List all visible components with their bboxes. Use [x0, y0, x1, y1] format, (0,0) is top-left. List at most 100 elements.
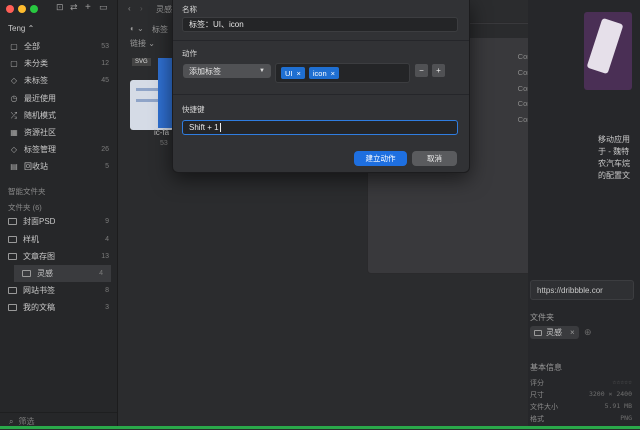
sidebar-item[interactable]: ▤ 回收站 5 [0, 158, 117, 175]
tag-icon: ◇ [10, 145, 18, 154]
url-text: https://dribbble.cor [537, 285, 603, 295]
folder-item-label: 灵感 [37, 269, 53, 278]
smart-folders-header[interactable]: 智能文件夹 [8, 186, 46, 197]
folder-item[interactable]: 我的文稿 3 [0, 299, 117, 316]
folder-item-count: 4 [99, 270, 103, 277]
remove-tag-icon[interactable]: × [331, 69, 335, 78]
folder-icon [22, 270, 31, 277]
folder-item-count: 9 [105, 218, 109, 225]
info-key: 文件大小 [530, 404, 558, 411]
unsorted-icon: ▢ [10, 59, 18, 68]
sidebar-item[interactable]: ◇ 未标签 45 [0, 72, 117, 89]
folders-header[interactable]: 文件夹 (6) [8, 202, 42, 213]
add-icon[interactable]: + [85, 2, 91, 13]
sidebar-item[interactable]: ▢ 未分类 12 [0, 55, 117, 72]
create-action-dialog: 名称 标签：UI、icon 动作 添加标签 ▼ UI × icon × − + 快捷… [172, 0, 470, 173]
folder-icon [8, 218, 17, 225]
tag-filter-label[interactable]: 标签 [152, 24, 168, 35]
tag-input[interactable]: UI × icon × [275, 63, 410, 83]
sidebar-item-count: 26 [101, 146, 109, 153]
sidebar-item-label: 未标签 [24, 76, 48, 85]
cancel-button[interactable]: 取消 [412, 151, 457, 166]
name-input[interactable]: 标签：UI、icon [182, 17, 458, 32]
shortcut-input-value: Shift + 1 [189, 123, 219, 132]
folder-item[interactable]: 封面PSD 9 [0, 213, 117, 230]
folder-item[interactable]: 网站书签 8 [0, 282, 117, 299]
url-field[interactable]: https://dribbble.cor [530, 280, 634, 300]
file-type-badge: SVG [132, 58, 151, 66]
description-line: 农汽车烷 [598, 159, 630, 168]
info-value[interactable]: ☆☆☆☆☆ [612, 378, 632, 388]
tag-chip-icon[interactable]: icon × [308, 67, 340, 79]
name-label: 名称 [182, 5, 197, 14]
trash-icon: ▤ [10, 162, 18, 171]
shortcut-input[interactable]: Shift + 1 [182, 120, 458, 135]
sidebar-item[interactable]: ▢ 全部 53 [0, 38, 117, 55]
divider [173, 94, 469, 95]
remove-tag-icon[interactable]: × [297, 69, 301, 78]
dropdown-arrow-icon: ▼ [259, 68, 265, 74]
info-row: 文件大小 5.91 MB [530, 402, 632, 412]
add-action-button[interactable]: + [432, 64, 445, 77]
sidebar-item-label: 资源社区 [24, 128, 56, 137]
folder-item-label: 网站书签 [23, 286, 55, 295]
preview-image[interactable] [584, 12, 632, 90]
name-input-value: 标签：UI、icon [189, 20, 244, 29]
sidebar-item-count: 53 [101, 43, 109, 50]
tag-chip-label: UI [285, 68, 293, 78]
sidebar-item-count: 5 [105, 163, 109, 170]
info-value: PNG [620, 414, 632, 422]
folder-icon [8, 287, 17, 294]
back-icon[interactable]: ‹ [128, 4, 131, 13]
sync-icon[interactable]: ⇄ [70, 3, 78, 13]
community-icon: ▦ [10, 128, 18, 137]
folder-item-label: 文章存图 [23, 252, 55, 261]
untagged-icon: ◇ [10, 76, 18, 85]
info-key: 评分 [530, 380, 544, 387]
info-row: 评分 ☆☆☆☆☆ [530, 378, 632, 388]
tag-filter-icon[interactable]: ◐ ⌄ [130, 24, 144, 33]
folder-item-label: 样机 [23, 235, 39, 244]
folder-item[interactable]: 灵感 4 [14, 265, 111, 282]
description-line: 的配置文 [598, 171, 630, 180]
remove-folder-icon[interactable]: × [570, 328, 575, 337]
thumbnail-size: 53 [160, 140, 168, 147]
link-filter[interactable]: 链接 ⌄ [130, 38, 155, 49]
layout-icon[interactable]: ▭ [99, 3, 108, 13]
sidebar: ⊡ ⇄ + ▭ Teng ⌃ ▢ 全部 53 ▢ 未分类 12 ◇ 未标签 45 ◷ 最近使用 ⤮ 随机… [0, 0, 118, 429]
sidebar-item[interactable]: ◷ 最近使用 [0, 90, 117, 107]
user-menu[interactable]: Teng ⌃ [8, 24, 34, 33]
sidebar-item-count: 45 [101, 77, 109, 84]
folder-item[interactable]: 文章存图 13 [0, 248, 117, 265]
info-key: 尺寸 [530, 392, 544, 399]
sidebar-item[interactable]: ◇ 标签管理 26 [0, 141, 117, 158]
action-select[interactable]: 添加标签 ▼ [183, 64, 271, 78]
thumbnail-name: ic-fa [154, 128, 170, 137]
remove-action-button[interactable]: − [415, 64, 428, 77]
sidebar-item-label: 最近使用 [24, 94, 56, 103]
zoom-window-button[interactable] [30, 5, 38, 13]
info-row: 格式 PNG [530, 414, 632, 424]
folder-item-count: 13 [101, 253, 109, 260]
folder-chip[interactable]: 灵感 × [530, 326, 579, 339]
tag-chip-ui[interactable]: UI × [281, 67, 305, 79]
sidebar-item-label: 标签管理 [24, 145, 56, 154]
action-label: 动作 [182, 49, 197, 58]
minimize-window-button[interactable] [18, 5, 26, 13]
add-folder-icon[interactable]: ⊕ [584, 327, 592, 338]
sidebar-item[interactable]: ▦ 资源社区 [0, 124, 117, 141]
folder-item-count: 4 [105, 236, 109, 243]
info-key: 格式 [530, 416, 544, 423]
forward-icon[interactable]: › [140, 4, 143, 13]
action-select-value: 添加标签 [189, 66, 221, 76]
folder-icon [8, 236, 17, 243]
folder-item-count: 3 [105, 304, 109, 311]
create-action-button[interactable]: 建立动作 [354, 151, 407, 166]
folder-item[interactable]: 样机 4 [0, 231, 117, 248]
search-icon: ⌕ [9, 416, 14, 426]
info-value: 3200 × 2400 [588, 390, 632, 398]
basic-info-header: 基本信息 [530, 363, 562, 372]
sidebar-item[interactable]: ⤮ 随机模式 [0, 107, 117, 124]
close-window-button[interactable] [6, 5, 14, 13]
new-item-icon[interactable]: ⊡ [56, 3, 64, 13]
